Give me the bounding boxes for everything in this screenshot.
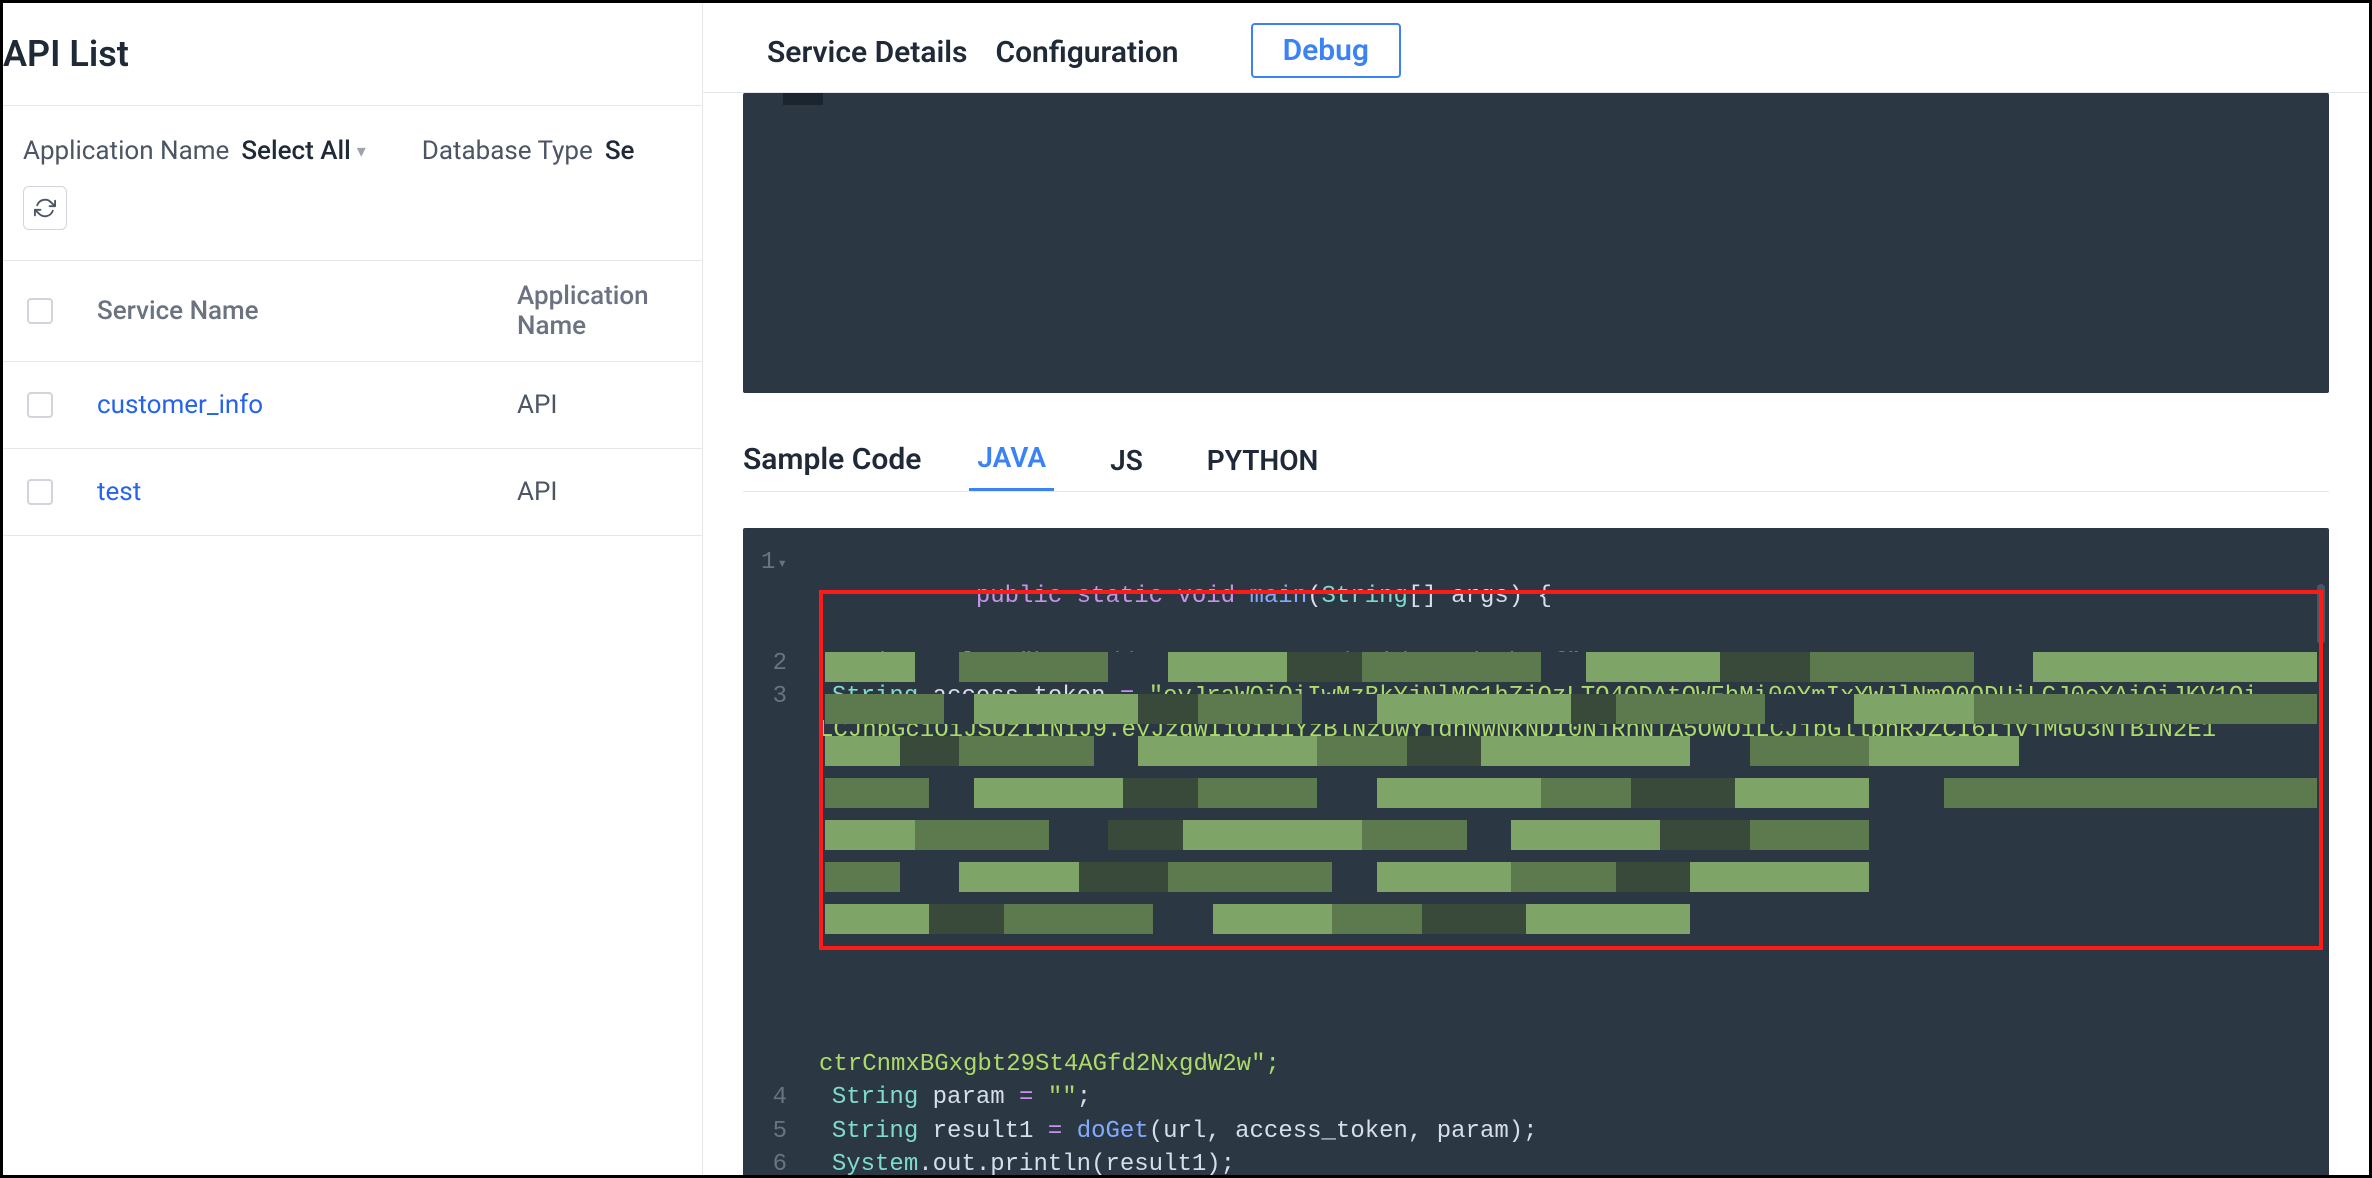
filter-row: Application Name Select All ▾ Database T… — [3, 106, 702, 186]
app-cell: API — [517, 390, 678, 420]
code-editor[interactable]: 1▾ public static void main(String[] args… — [743, 528, 2329, 1175]
filter-db-label: Database Type — [422, 136, 593, 166]
lang-tab-java[interactable]: JAVA — [969, 441, 1054, 491]
filter-db-value: Se — [605, 136, 635, 166]
lang-tab-python[interactable]: PYTHON — [1199, 444, 1327, 491]
code-line: 6 System.out.println(result1); — [743, 1148, 2329, 1175]
filter-app-value: Select All — [241, 136, 350, 166]
filter-app-label: Application Name — [23, 136, 229, 166]
service-link[interactable]: customer_info — [97, 390, 517, 420]
detail-panel: Service Details Configuration Debug Samp… — [703, 3, 2369, 1175]
api-table: Service Name Application Name customer_i… — [3, 260, 702, 536]
row-checkbox[interactable] — [27, 479, 53, 505]
table-header: Service Name Application Name — [3, 260, 702, 362]
filter-app[interactable]: Application Name Select All ▾ — [23, 136, 366, 166]
code-line: 4 String param = ""; — [743, 1081, 2329, 1115]
lang-tab-js[interactable]: JS — [1102, 444, 1151, 491]
table-row: customer_info API — [3, 362, 702, 449]
filter-db[interactable]: Database Type Se — [422, 136, 635, 166]
redacted-token-area — [825, 648, 2317, 938]
page-title: API List — [3, 33, 682, 75]
table-row: test API — [3, 449, 702, 536]
row-checkbox[interactable] — [27, 392, 53, 418]
sample-code-label: Sample Code — [743, 442, 921, 491]
tab-service-details[interactable]: Service Details — [743, 25, 991, 90]
tab-debug[interactable]: Debug — [1251, 23, 1401, 78]
scrollbar[interactable] — [2317, 584, 2325, 644]
detail-tabs: Service Details Configuration Debug — [703, 3, 2369, 93]
tab-configuration[interactable]: Configuration — [971, 25, 1202, 90]
chevron-down-icon: ▾ — [357, 141, 366, 162]
left-header: API List — [3, 3, 702, 106]
app-cell: API — [517, 477, 678, 507]
col-service-name: Service Name — [97, 296, 517, 326]
col-app-name: Application Name — [517, 281, 678, 341]
refresh-icon — [34, 197, 56, 219]
code-line: 5 String result1 = doGet(url, access_tok… — [743, 1115, 2329, 1149]
service-link[interactable]: test — [97, 477, 517, 507]
sample-code-tabs: Sample Code JAVA JS PYTHON — [743, 441, 2329, 492]
select-all-checkbox[interactable] — [27, 298, 53, 324]
token-tail: ctrCnmxBGxgbt29St4AGfd2NxgdW2w"; — [743, 1048, 2329, 1082]
output-panel — [743, 93, 2329, 393]
code-line: 1▾ public static void main(String[] args… — [743, 546, 2329, 647]
refresh-button[interactable] — [23, 186, 67, 230]
api-list-panel: API List Application Name Select All ▾ D… — [3, 3, 703, 1175]
